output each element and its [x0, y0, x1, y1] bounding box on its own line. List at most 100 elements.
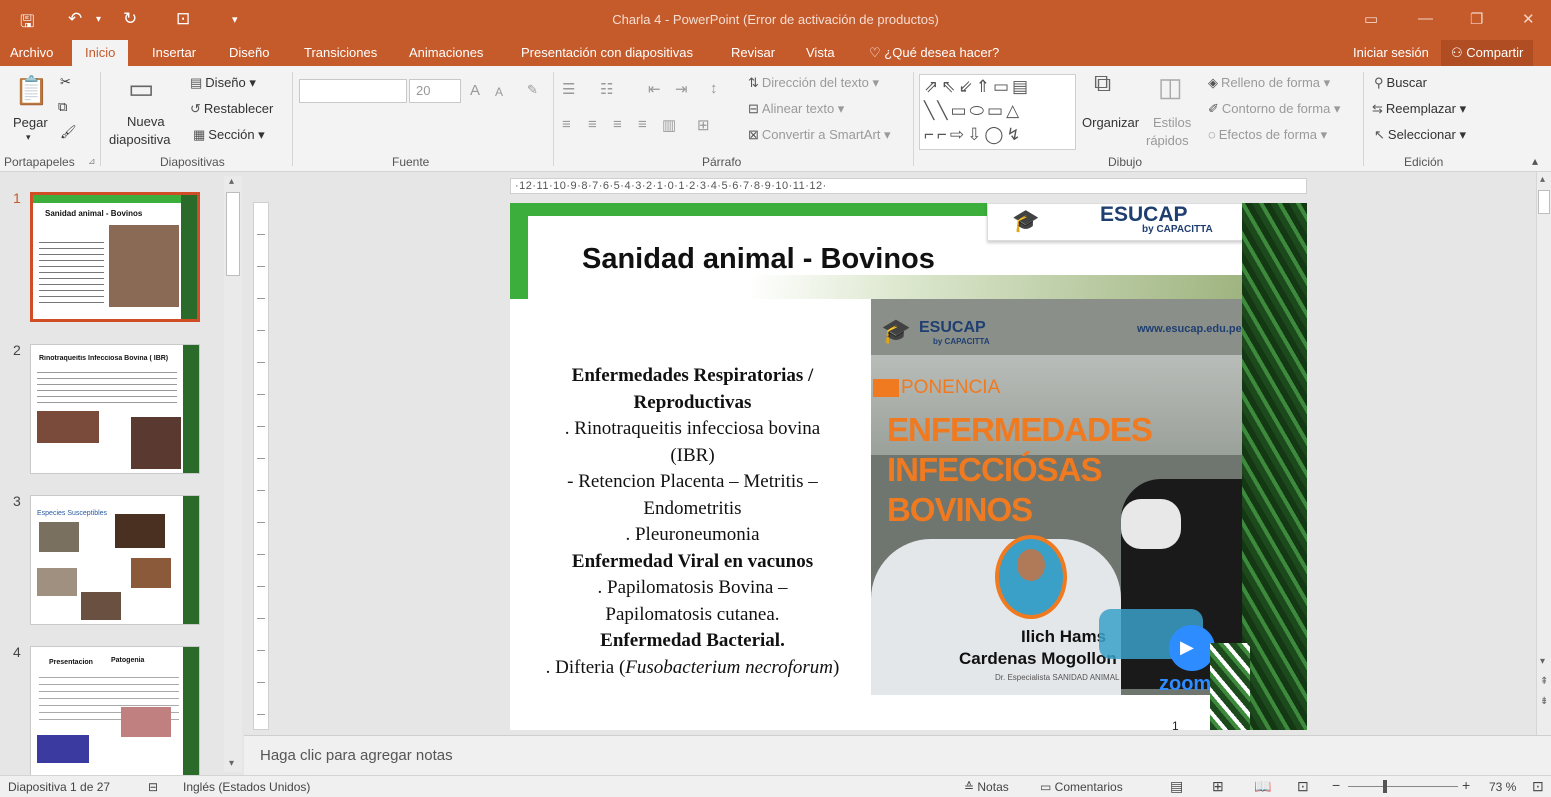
columns-icon[interactable]: ▥	[662, 116, 676, 134]
shrink-font-icon[interactable]: A	[495, 85, 503, 99]
paragraph-options-icon[interactable]: ⊞	[697, 116, 710, 134]
slide-title[interactable]: Sanidad animal - Bovinos	[582, 243, 935, 276]
find-label: Buscar	[1386, 75, 1427, 90]
font-size-input[interactable]: 20	[409, 79, 461, 103]
scroll-down-icon[interactable]: ▾	[229, 758, 234, 769]
minimize-icon[interactable]: —	[1418, 10, 1433, 27]
fit-to-window-icon[interactable]: ⊡	[1532, 778, 1544, 795]
align-center-icon[interactable]: ≡	[588, 116, 597, 133]
smartart-button[interactable]: ⊠ Convertir a SmartArt ▾	[748, 127, 891, 143]
normal-view-icon[interactable]: ▤	[1170, 778, 1183, 795]
decrease-indent-icon[interactable]: ⇤	[648, 80, 661, 98]
notes-toggle[interactable]: ≙ Notas	[964, 780, 1009, 794]
zoom-in-icon[interactable]: +	[1462, 777, 1470, 793]
paste-icon[interactable]: 📋	[14, 74, 49, 107]
scroll-up-icon[interactable]: ▴	[229, 176, 234, 187]
notes-placeholder[interactable]: Haga clic para agregar notas	[260, 747, 453, 764]
select-button[interactable]: ↖ Seleccionar ▾	[1374, 127, 1466, 143]
slide-sorter-icon[interactable]: ⊞	[1212, 778, 1224, 795]
layout-button[interactable]: ▤ Diseño ▾	[190, 75, 256, 91]
quick-styles-label-2[interactable]: rápidos	[1146, 133, 1189, 148]
zoom-out-icon[interactable]: −	[1332, 777, 1340, 793]
numbering-icon[interactable]: ☷	[600, 80, 613, 98]
reset-button[interactable]: ↺ Restablecer	[190, 101, 273, 117]
scroll-up-icon[interactable]: ▴	[1540, 174, 1545, 185]
replace-button[interactable]: ⇆ Reemplazar ▾	[1372, 101, 1466, 117]
ponencia-poster-image[interactable]: 🎓 ESUCAP by CAPACITTA www.esucap.edu.pe …	[871, 299, 1242, 695]
clear-format-icon[interactable]: ✎	[527, 82, 538, 98]
arrange-icon[interactable]: ⧉	[1094, 70, 1111, 98]
zoom-slider-thumb[interactable]	[1383, 780, 1387, 793]
slideshow-view-icon[interactable]: ⊡	[1297, 778, 1309, 795]
close-icon[interactable]: ✕	[1522, 10, 1535, 28]
tell-me-box[interactable]: ♡ ¿Qué desea hacer?	[869, 45, 999, 61]
next-slide-icon[interactable]: ⇟	[1540, 696, 1548, 707]
slide-thumbnail-3[interactable]: Especies Susceptibles	[30, 495, 200, 625]
font-name-input[interactable]	[299, 79, 407, 103]
scrollbar-thumb[interactable]	[1538, 190, 1550, 214]
shape-outline-button[interactable]: ✐ Contorno de forma ▾	[1208, 101, 1340, 117]
text-direction-button[interactable]: ⇅ Dirección del texto ▾	[748, 75, 879, 91]
ribbon-display-icon[interactable]: ▭	[1364, 10, 1378, 28]
justify-icon[interactable]: ≡	[638, 116, 647, 133]
thumbnails-scrollbar[interactable]: ▴ ▾	[224, 176, 242, 772]
language-indicator[interactable]: Inglés (Estados Unidos)	[183, 780, 310, 794]
align-right-icon[interactable]: ≡	[613, 116, 622, 133]
grow-font-icon[interactable]: A	[470, 82, 480, 99]
increase-indent-icon[interactable]: ⇥	[675, 80, 688, 98]
tab-insertar[interactable]: Insertar	[152, 45, 196, 60]
section-button[interactable]: ▦ Sección ▾	[193, 127, 265, 143]
slide[interactable]: Sanidad animal - Bovinos 🎓 ESUCAP by CAP…	[510, 203, 1307, 730]
slide-thumbnail-2[interactable]: Rinotraqueitis Infecciosa Bovina ( IBR)	[30, 344, 200, 474]
reading-view-icon[interactable]: 📖	[1254, 778, 1271, 795]
format-painter-icon[interactable]: 🖌	[60, 124, 77, 140]
tab-vista[interactable]: Vista	[806, 45, 835, 60]
status-bar: Diapositiva 1 de 27 ⊟ Inglés (Estados Un…	[0, 775, 1551, 797]
zoom-level[interactable]: 73 %	[1489, 780, 1516, 794]
tab-inicio[interactable]: Inicio	[72, 40, 129, 66]
quick-styles-icon[interactable]: ◫	[1158, 72, 1183, 103]
collapse-ribbon-icon[interactable]: ▴	[1532, 154, 1538, 168]
align-text-button[interactable]: ⊟ Alinear texto ▾	[748, 101, 844, 117]
shape-effects-button[interactable]: ◌ Efectos de forma ▾	[1208, 127, 1327, 143]
new-slide-label-1[interactable]: Nueva	[127, 114, 165, 129]
tab-archivo[interactable]: Archivo	[10, 45, 53, 60]
scrollbar-thumb[interactable]	[226, 192, 240, 276]
shapes-gallery[interactable]: ⇗⇖⇙⇑▭▤ ╲╲▭⬭▭△ ⌐⌐⇨⇩◯↯	[919, 74, 1076, 150]
tab-transiciones[interactable]: Transiciones	[304, 45, 377, 60]
paste-dropdown-icon[interactable]: ▾	[26, 132, 31, 143]
clipboard-launcher-icon[interactable]: ⊿	[88, 156, 96, 167]
new-slide-icon[interactable]: ▭	[128, 72, 154, 105]
bullets-icon[interactable]: ☰	[562, 80, 575, 98]
tab-diseno[interactable]: Diseño	[229, 45, 269, 60]
signin-link[interactable]: Iniciar sesión	[1353, 45, 1429, 60]
find-button[interactable]: ⚲ Buscar	[1374, 75, 1427, 91]
slide-thumbnail-4[interactable]: Presentacion Patogenia	[30, 646, 200, 776]
tab-presentacion[interactable]: Presentación con diapositivas	[521, 45, 693, 60]
arrange-button[interactable]: Organizar	[1082, 115, 1139, 130]
reset-label: Restablecer	[203, 101, 274, 116]
paste-button[interactable]: Pegar	[13, 115, 48, 130]
new-slide-label-2[interactable]: diapositiva	[109, 132, 170, 147]
slide-body-text[interactable]: Enfermedades Respiratorias / Reproductiva…	[515, 363, 870, 681]
share-button[interactable]: ⚇ Compartir	[1441, 40, 1534, 66]
spelling-icon[interactable]: ⊟	[148, 780, 158, 794]
slide-header: Sanidad animal - Bovinos 🎓 ESUCAP by CAP…	[510, 203, 1280, 299]
align-left-icon[interactable]: ≡	[562, 116, 571, 133]
comments-toggle[interactable]: ▭ Comentarios	[1040, 780, 1123, 794]
zoom-slider[interactable]	[1348, 786, 1458, 787]
notes-pane[interactable]: Haga clic para agregar notas	[244, 735, 1551, 775]
tab-revisar[interactable]: Revisar	[731, 45, 775, 60]
copy-icon[interactable]: ⧉	[58, 99, 67, 115]
cut-icon[interactable]: ✂	[60, 74, 71, 90]
restore-icon[interactable]: ❐	[1470, 10, 1483, 28]
editor-scrollbar[interactable]: ▴ ▾ ⇞ ⇟	[1536, 172, 1551, 735]
align-text-label: Alinear texto	[761, 101, 835, 116]
scroll-down-icon[interactable]: ▾	[1540, 656, 1545, 667]
previous-slide-icon[interactable]: ⇞	[1540, 676, 1548, 687]
quick-styles-label-1[interactable]: Estilos	[1153, 115, 1191, 130]
line-spacing-icon[interactable]: ↕	[710, 80, 718, 97]
shape-fill-button[interactable]: ◈ Relleno de forma ▾	[1208, 75, 1330, 91]
slide-thumbnail-1[interactable]: Sanidad animal - Bovinos	[30, 192, 200, 322]
tab-animaciones[interactable]: Animaciones	[409, 45, 483, 60]
